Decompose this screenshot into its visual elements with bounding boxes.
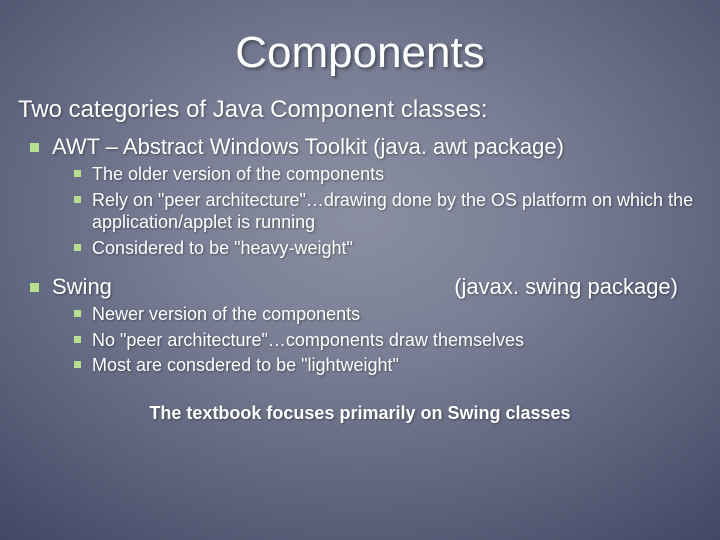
swing-point: Most are consdered to be "lightweight" (18, 354, 702, 377)
slide-title: Components (0, 0, 720, 96)
square-bullet-icon (74, 244, 81, 251)
awt-heading-text: AWT – Abstract Windows Toolkit (java. aw… (52, 134, 564, 159)
square-bullet-icon (30, 283, 39, 292)
intro-text: Two categories of Java Component classes… (18, 96, 702, 124)
swing-point: Newer version of the components (18, 303, 702, 326)
swing-heading: Swing (javax. swing package) (18, 274, 702, 300)
awt-point: Rely on "peer architecture"…drawing done… (18, 189, 702, 234)
awt-point: The older version of the components (18, 163, 702, 186)
swing-point-text: Newer version of the components (92, 304, 360, 324)
square-bullet-icon (74, 196, 81, 203)
square-bullet-icon (74, 361, 81, 368)
slide-content: Two categories of Java Component classes… (0, 96, 720, 424)
square-bullet-icon (30, 143, 39, 152)
spacer (18, 262, 702, 268)
awt-point-text: Considered to be "heavy-weight" (92, 238, 353, 258)
awt-heading: AWT – Abstract Windows Toolkit (java. aw… (18, 134, 702, 160)
square-bullet-icon (74, 336, 81, 343)
swing-row: Swing (javax. swing package) (52, 274, 702, 300)
square-bullet-icon (74, 310, 81, 317)
swing-package: (javax. swing package) (112, 274, 702, 300)
swing-point: No "peer architecture"…components draw t… (18, 329, 702, 352)
awt-point-text: The older version of the components (92, 164, 384, 184)
square-bullet-icon (74, 170, 81, 177)
swing-point-text: No "peer architecture"…components draw t… (92, 330, 524, 350)
awt-point: Considered to be "heavy-weight" (18, 237, 702, 260)
swing-point-text: Most are consdered to be "lightweight" (92, 355, 399, 375)
swing-label: Swing (52, 274, 112, 300)
awt-point-text: Rely on "peer architecture"…drawing done… (92, 190, 693, 233)
footnote: The textbook focuses primarily on Swing … (18, 403, 702, 424)
slide: Components Two categories of Java Compon… (0, 0, 720, 540)
